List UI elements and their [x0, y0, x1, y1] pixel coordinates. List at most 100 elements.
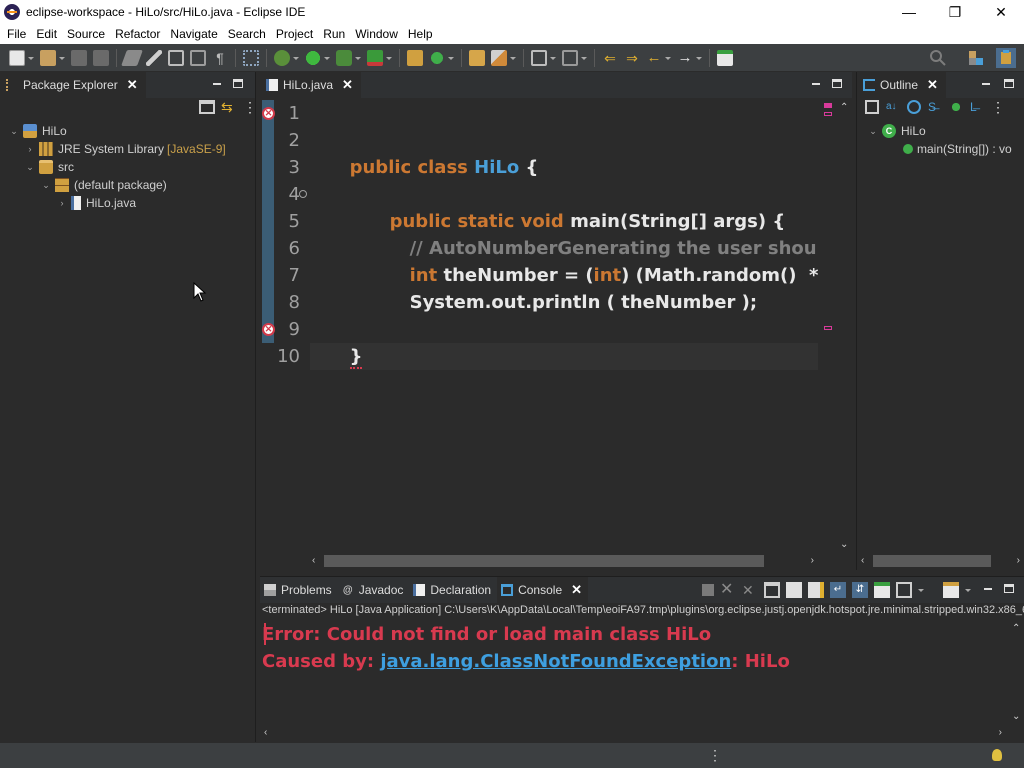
scroll-left-icon[interactable]: ‹: [312, 555, 315, 566]
tree-item-file[interactable]: › HiLo.java: [0, 194, 255, 212]
save-icon[interactable]: [71, 49, 87, 66]
tab-package-explorer[interactable]: Package Explorer ✕: [0, 72, 146, 98]
pilcrow-icon[interactable]: ¶: [212, 50, 228, 66]
console-horizontal-scrollbar[interactable]: ‹ ›: [260, 724, 1006, 742]
display-console-dropdown-icon[interactable]: [918, 582, 934, 598]
new-class-icon[interactable]: [429, 49, 445, 66]
prev-annotation-dropdown-icon[interactable]: [581, 50, 587, 66]
search-icon[interactable]: [928, 48, 948, 68]
tab-outline[interactable]: Outline ✕: [857, 72, 946, 98]
tree-item-project[interactable]: ⌄ HiLo: [0, 122, 255, 140]
coverage-dropdown-icon[interactable]: [355, 50, 361, 66]
run-icon[interactable]: [305, 49, 321, 66]
skip-breakpoints-icon[interactable]: [121, 49, 143, 66]
overview-ruler[interactable]: [822, 100, 836, 552]
outline-item-class[interactable]: ⌄ C HiLo: [857, 122, 1024, 140]
collapse-arrow-icon[interactable]: ⌄: [8, 126, 20, 137]
scroll-up-icon[interactable]: ⌃: [840, 102, 848, 113]
open-type-icon[interactable]: [469, 49, 485, 66]
close-icon[interactable]: ✕: [571, 582, 582, 598]
new-icon[interactable]: [9, 49, 25, 66]
edit-icon[interactable]: [146, 49, 162, 66]
hide-local-types-icon[interactable]: L̶: [970, 100, 984, 114]
menu-window[interactable]: Window: [350, 24, 403, 44]
maximize-view-icon[interactable]: [233, 79, 243, 88]
external-tools-icon[interactable]: [367, 49, 383, 66]
menu-project[interactable]: Project: [271, 24, 318, 44]
maximize-view-icon[interactable]: [1004, 79, 1014, 88]
scroll-left-icon[interactable]: ‹: [861, 555, 864, 566]
menu-source[interactable]: Source: [62, 24, 110, 44]
task-icon[interactable]: [243, 49, 259, 66]
forward-icon[interactable]: →: [677, 49, 693, 66]
close-icon[interactable]: ✕: [127, 77, 138, 93]
new-dropdown-icon[interactable]: [28, 50, 34, 66]
tip-icon[interactable]: [992, 749, 1002, 761]
scroll-lock-icon[interactable]: [786, 582, 802, 598]
next-annotation-icon[interactable]: [531, 49, 547, 66]
code-area[interactable]: public class HiLo { public static void m…: [310, 100, 818, 552]
menu-refactor[interactable]: Refactor: [110, 24, 165, 44]
forward-dropdown-icon[interactable]: [696, 50, 702, 66]
hide-fields-icon[interactable]: [907, 100, 921, 114]
new-console-dropdown-icon[interactable]: [965, 582, 981, 598]
new-java-project-icon[interactable]: [407, 49, 423, 66]
code-line-7[interactable]: System.out.println ( theNumber );: [372, 262, 757, 313]
copy-icon[interactable]: [168, 49, 184, 66]
restore-button[interactable]: ❐: [932, 0, 978, 24]
scroll-up-icon[interactable]: ⌃: [1012, 623, 1020, 634]
exception-link[interactable]: java.lang.ClassNotFoundException: [380, 651, 731, 672]
status-bar-handle-icon[interactable]: ⋮: [708, 747, 722, 764]
open-console-icon[interactable]: [874, 582, 890, 598]
minimize-button[interactable]: —: [886, 0, 932, 24]
tab-console[interactable]: Console ✕: [497, 577, 589, 603]
scroll-right-icon[interactable]: ›: [999, 727, 1002, 738]
word-wrap-icon[interactable]: ↵: [830, 582, 846, 598]
new-package-icon[interactable]: [40, 49, 56, 66]
remove-launch-icon[interactable]: ✕: [720, 582, 736, 598]
code-line-6[interactable]: int theNumber = (int) (Math.random() * 1…: [372, 235, 818, 286]
external-tools-dropdown-icon[interactable]: [386, 50, 392, 66]
minimize-view-icon[interactable]: [211, 78, 223, 90]
document-icon[interactable]: [190, 49, 206, 66]
back-dropdown-icon[interactable]: [665, 50, 671, 66]
maximize-view-icon[interactable]: [1004, 584, 1014, 593]
error-overview-marker[interactable]: [824, 103, 832, 108]
link-with-editor-icon[interactable]: ⇆: [221, 100, 237, 114]
scroll-right-icon[interactable]: ›: [811, 555, 814, 566]
tab-hilo-java[interactable]: HiLo.java ✕: [260, 72, 361, 98]
editor-vertical-scrollbar[interactable]: ⌃ ⌄: [836, 100, 852, 552]
run-dropdown-icon[interactable]: [324, 50, 330, 66]
error-marker-icon[interactable]: ✕: [262, 107, 275, 120]
collapse-arrow-icon[interactable]: ⌄: [40, 180, 52, 191]
coverage-icon[interactable]: [336, 49, 352, 66]
error-marker-icon[interactable]: ✕: [262, 323, 275, 336]
java-perspective-icon[interactable]: [996, 48, 1016, 68]
debug-dropdown-icon[interactable]: [293, 50, 299, 66]
menu-file[interactable]: File: [2, 24, 31, 44]
console-vertical-scrollbar[interactable]: ⌃ ⌄: [1008, 621, 1024, 724]
tab-problems[interactable]: Problems: [260, 577, 338, 603]
save-all-icon[interactable]: [93, 49, 109, 66]
minimize-view-icon[interactable]: [982, 583, 994, 595]
code-line-5[interactable]: // AutoNumberGenerating the user should …: [372, 208, 818, 259]
hide-non-public-icon[interactable]: [949, 100, 963, 114]
collapse-all-icon[interactable]: [199, 100, 215, 114]
tree-item-default-package[interactable]: ⌄ (default package): [0, 176, 255, 194]
maximize-view-icon[interactable]: [832, 79, 842, 88]
close-icon[interactable]: ✕: [927, 77, 938, 93]
prev-annotation-icon[interactable]: [562, 49, 578, 66]
scrollbar-thumb[interactable]: [873, 555, 991, 567]
code-line-9[interactable]: }: [312, 316, 363, 369]
debug-icon[interactable]: [274, 49, 290, 66]
editor-horizontal-scrollbar[interactable]: ‹ ›: [308, 552, 818, 570]
new-package-dropdown-icon[interactable]: [59, 50, 65, 66]
display-console-icon[interactable]: [896, 582, 912, 598]
back-icon[interactable]: ←: [646, 49, 662, 66]
expand-arrow-icon[interactable]: ›: [24, 144, 36, 154]
terminate-icon[interactable]: [702, 584, 714, 596]
collapse-all-icon[interactable]: [865, 100, 879, 114]
error-overview-marker[interactable]: [824, 112, 832, 116]
clear-console-icon[interactable]: [764, 582, 780, 598]
view-menu-icon[interactable]: ⋮: [991, 100, 1005, 114]
